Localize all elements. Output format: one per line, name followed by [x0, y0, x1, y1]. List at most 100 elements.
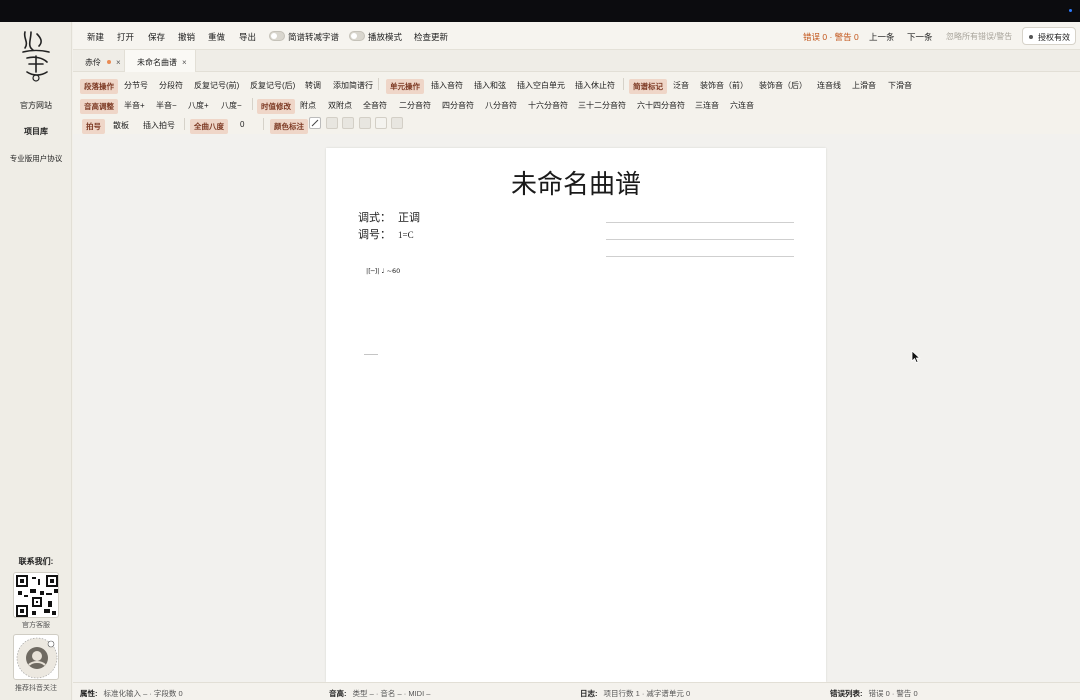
harmonic-button[interactable]: 泛音 — [673, 80, 689, 91]
status-dot-icon — [1069, 9, 1072, 12]
paragraph-ops-tag: 段落操作 — [80, 79, 118, 94]
official-qr-caption: 官方客服 — [22, 622, 50, 629]
save-button[interactable]: 保存 — [148, 31, 165, 43]
sixty-fourth-note-button[interactable]: 六十四分音符 — [637, 100, 685, 111]
attribute-value: 标准化输入 – · 字段数 0 — [103, 689, 183, 698]
key-row: 调号： 1=C — [358, 226, 414, 242]
line-end-marker — [364, 354, 378, 355]
window-top-strip — [0, 0, 1080, 22]
score-page[interactable]: 未命名曲谱 调式： 正调 调号： 1=C |[─]| ♩ ~60 — [326, 148, 826, 682]
thirty-second-note-button[interactable]: 三十二分音符 — [578, 100, 626, 111]
sidebar: 官方网站 项目库 专业版用户协议 联系我们: 官方客服 推荐抖音关注 — [0, 22, 72, 700]
pro-agreement-link[interactable]: 专业版用户协议 — [0, 153, 72, 164]
quarter-note-button[interactable]: 四分音符 — [442, 100, 474, 111]
official-site-link[interactable]: 官方网站 — [0, 100, 72, 111]
color-swatch[interactable] — [326, 117, 338, 129]
unit-ops-tag: 单元操作 — [386, 79, 424, 94]
edit-ribbon: 段落操作 分节号 分段符 反复记号(前) 反复记号(后) 转调 添加简谱行 单元… — [73, 72, 1080, 134]
modified-dot-icon — [107, 60, 111, 64]
error-list-value: 错误 0 · 警告 0 — [868, 689, 918, 698]
color-swatch[interactable] — [375, 117, 387, 129]
duration-edit-tag: 时值修改 — [257, 99, 295, 114]
signature-line — [606, 222, 794, 223]
play-mode-toggle[interactable] — [349, 31, 365, 41]
octave-up-button[interactable]: 八度+ — [188, 100, 209, 111]
log-label: 日志: — [580, 689, 598, 698]
mode-value[interactable]: 正调 — [398, 212, 420, 224]
official-qr-code — [13, 572, 59, 618]
douyin-qr-code — [13, 634, 59, 680]
sixteenth-note-button[interactable]: 十六分音符 — [528, 100, 568, 111]
check-update-button[interactable]: 检查更新 — [414, 31, 448, 43]
jianpu-convert-label: 简谱转减字谱 — [288, 32, 340, 42]
color-swatch[interactable] — [391, 117, 403, 129]
global-octave-tag: 全曲八度 — [190, 119, 228, 134]
segment-break-button[interactable]: 分段符 — [159, 80, 183, 91]
tab-chiling[interactable]: 赤伶 × — [73, 50, 129, 72]
color-swatch[interactable] — [359, 117, 371, 129]
slide-up-button[interactable]: 上滑音 — [852, 80, 876, 91]
insert-chord-button[interactable]: 插入和弦 — [474, 80, 506, 91]
grace-before-button[interactable]: 装饰音（前） — [700, 80, 748, 91]
divider — [252, 98, 253, 110]
undo-button[interactable]: 撤销 — [178, 31, 195, 43]
semitone-down-button[interactable]: 半音− — [156, 100, 177, 111]
grace-after-button[interactable]: 装饰音（后） — [759, 80, 807, 91]
insert-blank-unit-button[interactable]: 插入空白单元 — [517, 80, 565, 91]
redo-button[interactable]: 重做 — [208, 31, 225, 43]
project-library-link[interactable]: 项目库 — [0, 126, 72, 137]
double-dot-button[interactable]: 双附点 — [328, 100, 352, 111]
sextuplet-button[interactable]: 六连音 — [730, 100, 754, 111]
error-list-status[interactable]: 错误列表: 错误 0 · 警告 0 — [830, 688, 918, 699]
log-value: 项目行数 1 · 减字谱单元 0 — [603, 689, 691, 698]
attribute-label: 属性: — [80, 689, 98, 698]
main-toolbar: 新建 打开 保存 撤销 重做 导出 简谱转减字谱 播放模式 检查更新 错误 0 … — [73, 22, 1080, 50]
color-swatch[interactable] — [342, 117, 354, 129]
prev-issue-button[interactable]: 上一条 — [869, 31, 895, 43]
tab-bar: 赤伶 × 未命名曲谱 × — [73, 50, 1080, 72]
slur-button[interactable]: 连音线 — [817, 80, 841, 91]
repeat-start-button[interactable]: 反复记号(前) — [194, 80, 239, 91]
time-signature-tag: 拍号 — [82, 119, 105, 134]
signature-line — [606, 239, 794, 240]
slide-down-button[interactable]: 下滑音 — [888, 80, 912, 91]
eighth-note-button[interactable]: 八分音符 — [485, 100, 517, 111]
insert-time-signature-button[interactable]: 插入拍号 — [143, 120, 175, 131]
global-octave-value[interactable]: 0 — [240, 120, 244, 129]
new-button[interactable]: 新建 — [87, 31, 104, 43]
ignore-all-button[interactable]: 忽略所有错误/警告 — [946, 31, 1012, 42]
triplet-button[interactable]: 三连音 — [695, 100, 719, 111]
whole-note-button[interactable]: 全音符 — [363, 100, 387, 111]
color-mark-tag: 颜色标注 — [270, 119, 308, 134]
export-button[interactable]: 导出 — [239, 31, 256, 43]
jianpu-convert-toggle[interactable] — [269, 31, 285, 41]
add-jianpu-line-button[interactable]: 添加简谱行 — [333, 80, 373, 91]
score-workspace[interactable]: 未命名曲谱 调式： 正调 调号： 1=C |[─]| ♩ ~60 — [73, 134, 1080, 682]
close-icon[interactable]: × — [182, 58, 187, 67]
next-issue-button[interactable]: 下一条 — [907, 31, 933, 43]
signature-line — [606, 256, 794, 257]
pen-icon[interactable] — [309, 117, 321, 129]
section-mark-button[interactable]: 分节号 — [124, 80, 148, 91]
divider — [378, 78, 379, 90]
repeat-end-button[interactable]: 反复记号(后) — [250, 80, 295, 91]
close-icon[interactable]: × — [116, 58, 121, 67]
octave-down-button[interactable]: 八度− — [221, 100, 242, 111]
tab-untitled-score[interactable]: 未命名曲谱 × — [124, 50, 196, 72]
insert-rest-button[interactable]: 插入休止符 — [575, 80, 615, 91]
pitch-adjust-tag: 音高调整 — [80, 99, 118, 114]
modulation-button[interactable]: 转调 — [305, 80, 321, 91]
tempo-mark[interactable]: |[─]| ♩ ~60 — [366, 267, 400, 275]
pitch-label: 音高: — [329, 689, 347, 698]
free-meter-button[interactable]: 散板 — [113, 120, 129, 131]
key-value[interactable]: 1=C — [398, 230, 414, 240]
half-note-button[interactable]: 二分音符 — [399, 100, 431, 111]
license-status-button[interactable]: 授权有效 — [1022, 27, 1076, 45]
key-label: 调号： — [358, 229, 391, 241]
score-title[interactable]: 未命名曲谱 — [326, 164, 826, 201]
semitone-up-button[interactable]: 半音+ — [124, 100, 145, 111]
dot-button[interactable]: 附点 — [300, 100, 316, 111]
insert-note-button[interactable]: 插入音符 — [431, 80, 463, 91]
license-dot-icon — [1029, 34, 1033, 39]
open-button[interactable]: 打开 — [117, 31, 134, 43]
